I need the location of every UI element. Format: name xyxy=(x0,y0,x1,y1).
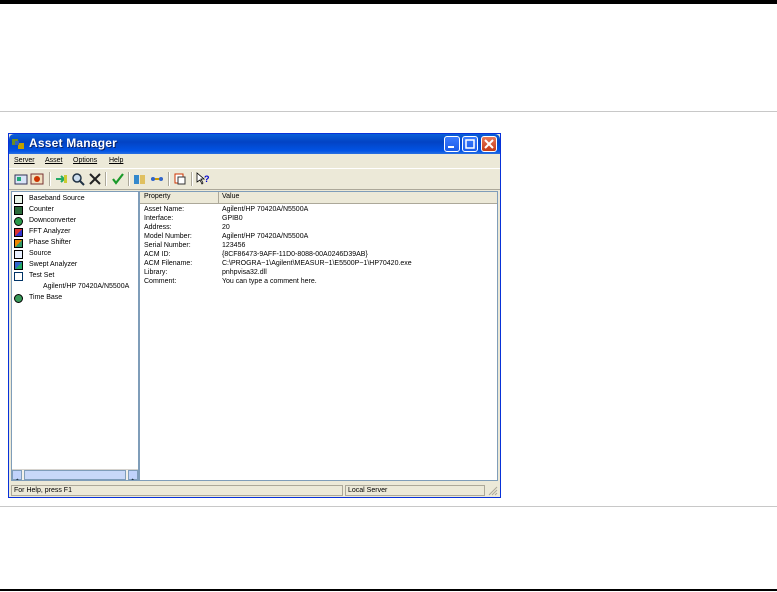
close-icon xyxy=(484,139,494,149)
asset-tree[interactable]: Baseband Source Counter Downconverter FF… xyxy=(11,191,139,481)
page-divider-top xyxy=(0,111,777,112)
page-top-rule xyxy=(0,0,777,4)
window-title: Asset Manager xyxy=(29,136,117,150)
source-icon xyxy=(14,250,23,259)
property-list[interactable]: Property Value Asset Name: Agilent/HP 704… xyxy=(139,191,498,481)
menu-bar: Server Asset Options Help xyxy=(9,154,500,168)
chevron-right-icon xyxy=(131,478,135,480)
status-bar: For Help, press F1 Local Server xyxy=(9,484,500,497)
counter-icon xyxy=(14,206,23,215)
toolbar-separator xyxy=(191,172,193,186)
scroll-thumb[interactable] xyxy=(24,470,126,480)
downconverter-icon xyxy=(14,217,23,226)
minimize-button[interactable] xyxy=(444,136,460,152)
list-header: Property Value xyxy=(140,192,497,204)
minimize-icon xyxy=(448,146,454,148)
tree-horizontal-scrollbar[interactable] xyxy=(12,469,138,480)
check-icon[interactable] xyxy=(111,172,125,186)
toolbar-separator xyxy=(168,172,170,186)
table-row[interactable]: Address: 20 xyxy=(140,224,497,233)
connect-icon[interactable] xyxy=(150,172,164,186)
status-server-text: Local Server xyxy=(345,485,485,496)
toolbar-separator xyxy=(128,172,130,186)
phase-shifter-icon xyxy=(14,239,23,248)
table-row[interactable]: ACM Filename: C:\PROGRA~1\Agilent\MEASUR~… xyxy=(140,260,497,269)
remove-icon[interactable] xyxy=(88,172,102,186)
copy-icon[interactable] xyxy=(173,172,187,186)
column-header-property[interactable]: Property xyxy=(144,193,170,200)
app-icon xyxy=(12,139,24,149)
maximize-icon xyxy=(465,139,475,149)
page-bottom-rule xyxy=(0,589,777,591)
help-icon[interactable]: ? xyxy=(196,172,210,186)
maximize-button[interactable] xyxy=(462,136,478,152)
table-row[interactable]: Model Number: Agilent/HP 70420A/N5500A xyxy=(140,233,497,242)
toolbar: ? xyxy=(9,168,500,190)
table-row[interactable]: ACM ID: {8CF86473-9AFF-11D0-8088-00A0246D… xyxy=(140,251,497,260)
scroll-right-button[interactable] xyxy=(128,470,138,480)
menu-help[interactable]: Help xyxy=(109,157,123,164)
table-row[interactable]: Serial Number: 123456 xyxy=(140,242,497,251)
title-bar[interactable]: Asset Manager xyxy=(9,134,500,154)
table-row[interactable]: Asset Name: Agilent/HP 70420A/N5500A xyxy=(140,206,497,215)
menu-server[interactable]: Server xyxy=(14,157,35,164)
resize-grip-icon[interactable] xyxy=(488,486,498,496)
baseband-source-icon xyxy=(14,195,23,204)
time-base-icon xyxy=(14,294,23,303)
asset-manager-window: Asset Manager Server Asset Options Help … xyxy=(8,133,501,498)
delete-asset-icon[interactable] xyxy=(30,172,44,186)
toolbar-separator xyxy=(49,172,51,186)
status-help-text: For Help, press F1 xyxy=(11,485,343,496)
fft-analyzer-icon xyxy=(14,228,23,237)
column-header-value[interactable]: Value xyxy=(222,193,239,200)
table-row[interactable]: Interface: GPIB0 xyxy=(140,215,497,224)
page-divider-bottom xyxy=(0,506,777,507)
toolbar-separator xyxy=(105,172,107,186)
configure-icon[interactable] xyxy=(133,172,147,186)
column-divider[interactable] xyxy=(218,192,219,203)
scroll-left-button[interactable] xyxy=(12,470,22,480)
chevron-left-icon xyxy=(15,478,19,480)
menu-options[interactable]: Options xyxy=(73,157,97,164)
swept-analyzer-icon xyxy=(14,261,23,270)
test-set-icon xyxy=(14,272,23,281)
add-icon[interactable] xyxy=(54,172,68,186)
close-button[interactable] xyxy=(481,136,497,152)
svg-text:?: ? xyxy=(204,174,210,184)
table-row[interactable]: Comment: You can type a comment here. xyxy=(140,278,497,287)
menu-asset[interactable]: Asset xyxy=(45,157,63,164)
new-asset-icon[interactable] xyxy=(14,172,28,186)
table-row[interactable]: Library: pnhpvisa32.dll xyxy=(140,269,497,278)
search-icon[interactable] xyxy=(71,172,85,186)
